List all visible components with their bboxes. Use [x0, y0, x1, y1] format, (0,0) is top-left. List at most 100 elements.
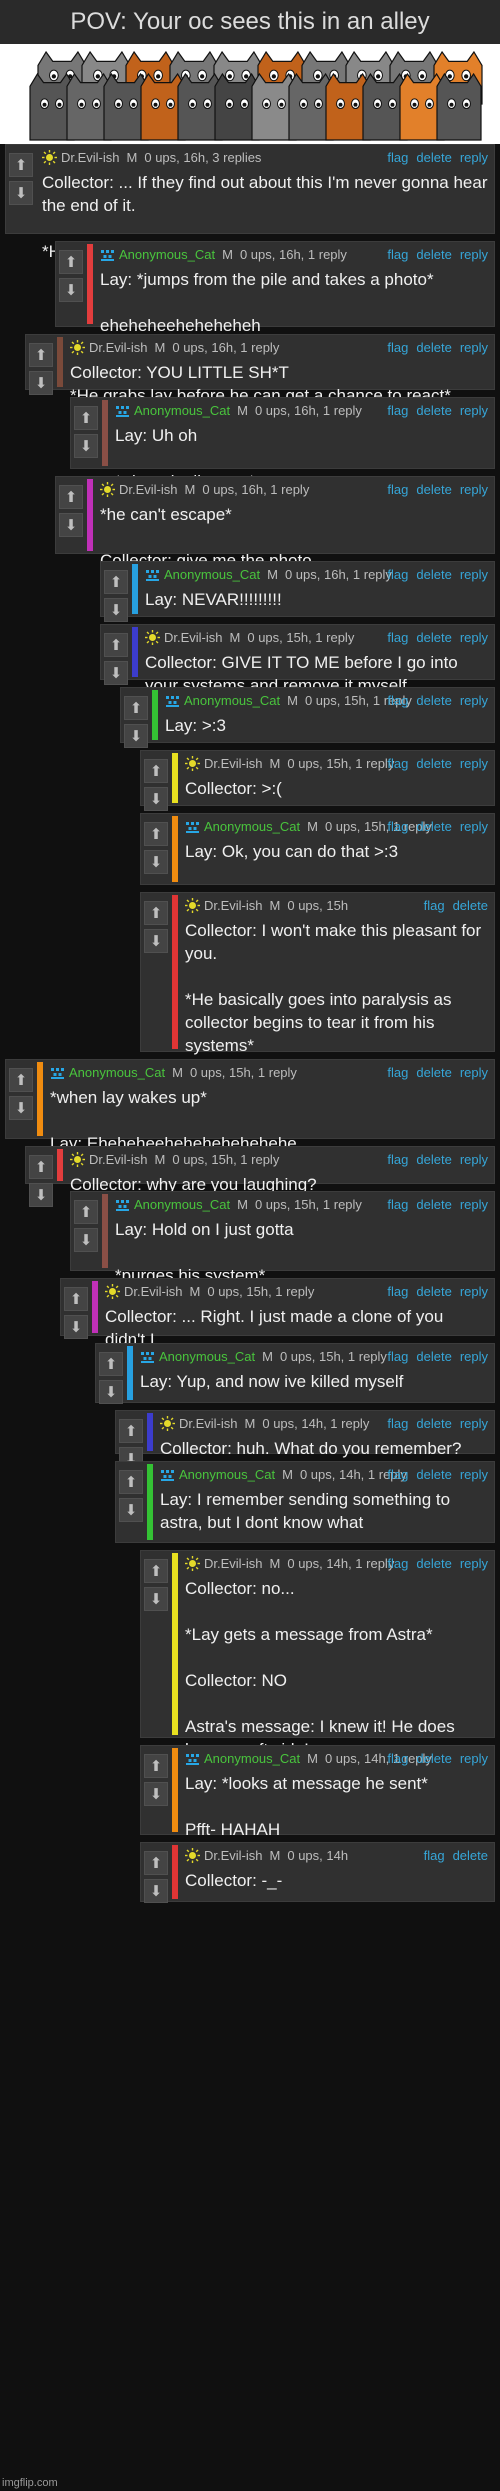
- downvote-arrow-icon[interactable]: ⬇: [59, 513, 83, 537]
- comment-username[interactable]: Dr.Evil-ish: [204, 1848, 263, 1863]
- comment-username[interactable]: Dr.Evil-ish: [89, 1152, 148, 1167]
- delete-link[interactable]: delete: [416, 1197, 451, 1212]
- delete-link[interactable]: delete: [416, 403, 451, 418]
- pixel-avatar-icon[interactable]: [115, 1197, 130, 1212]
- flag-link[interactable]: flag: [387, 1751, 408, 1766]
- flag-link[interactable]: flag: [387, 1065, 408, 1080]
- upvote-arrow-icon[interactable]: ⬆: [144, 1851, 168, 1875]
- upvote-arrow-icon[interactable]: ⬆: [9, 1068, 33, 1092]
- downvote-arrow-icon[interactable]: ⬇: [74, 1228, 98, 1252]
- upvote-arrow-icon[interactable]: ⬆: [59, 250, 83, 274]
- reply-link[interactable]: reply: [460, 1556, 488, 1571]
- sun-avatar-icon[interactable]: [185, 756, 200, 771]
- flag-link[interactable]: flag: [387, 756, 408, 771]
- reply-link[interactable]: reply: [460, 693, 488, 708]
- delete-link[interactable]: delete: [416, 1751, 451, 1766]
- flag-link[interactable]: flag: [387, 340, 408, 355]
- downvote-arrow-icon[interactable]: ⬇: [124, 724, 148, 748]
- flag-link[interactable]: flag: [387, 819, 408, 834]
- delete-link[interactable]: delete: [416, 630, 451, 645]
- downvote-arrow-icon[interactable]: ⬇: [74, 434, 98, 458]
- upvote-arrow-icon[interactable]: ⬆: [74, 1200, 98, 1224]
- comment-username[interactable]: Anonymous_Cat: [179, 1467, 275, 1482]
- comment-username[interactable]: Dr.Evil-ish: [164, 630, 223, 645]
- sun-avatar-icon[interactable]: [185, 1556, 200, 1571]
- comment-username[interactable]: Dr.Evil-ish: [179, 1416, 238, 1431]
- comment-username[interactable]: Dr.Evil-ish: [61, 150, 120, 165]
- comment-username[interactable]: Dr.Evil-ish: [204, 756, 263, 771]
- reply-link[interactable]: reply: [460, 247, 488, 262]
- reply-link[interactable]: reply: [460, 819, 488, 834]
- reply-link[interactable]: reply: [460, 1065, 488, 1080]
- flag-link[interactable]: flag: [387, 1284, 408, 1299]
- reply-link[interactable]: reply: [460, 1197, 488, 1212]
- flag-link[interactable]: flag: [387, 693, 408, 708]
- flag-link[interactable]: flag: [387, 247, 408, 262]
- upvote-arrow-icon[interactable]: ⬆: [104, 633, 128, 657]
- comment-username[interactable]: Dr.Evil-ish: [124, 1284, 183, 1299]
- delete-link[interactable]: delete: [416, 1349, 451, 1364]
- comment-username[interactable]: Anonymous_Cat: [164, 567, 260, 582]
- downvote-arrow-icon[interactable]: ⬇: [29, 1183, 53, 1207]
- downvote-arrow-icon[interactable]: ⬇: [119, 1498, 143, 1522]
- downvote-arrow-icon[interactable]: ⬇: [144, 1587, 168, 1611]
- delete-link[interactable]: delete: [416, 482, 451, 497]
- downvote-arrow-icon[interactable]: ⬇: [144, 850, 168, 874]
- delete-link[interactable]: delete: [416, 567, 451, 582]
- upvote-arrow-icon[interactable]: ⬆: [144, 822, 168, 846]
- flag-link[interactable]: flag: [387, 1556, 408, 1571]
- pixel-avatar-icon[interactable]: [185, 819, 200, 834]
- downvote-arrow-icon[interactable]: ⬇: [64, 1315, 88, 1339]
- pixel-avatar-icon[interactable]: [50, 1065, 65, 1080]
- downvote-arrow-icon[interactable]: ⬇: [9, 181, 33, 205]
- delete-link[interactable]: delete: [416, 1467, 451, 1482]
- delete-link[interactable]: delete: [416, 1416, 451, 1431]
- reply-link[interactable]: reply: [460, 630, 488, 645]
- flag-link[interactable]: flag: [424, 898, 445, 913]
- comment-username[interactable]: Anonymous_Cat: [184, 693, 280, 708]
- upvote-arrow-icon[interactable]: ⬆: [119, 1419, 143, 1443]
- pixel-avatar-icon[interactable]: [115, 403, 130, 418]
- delete-link[interactable]: delete: [416, 1284, 451, 1299]
- sun-avatar-icon[interactable]: [145, 630, 160, 645]
- downvote-arrow-icon[interactable]: ⬇: [144, 787, 168, 811]
- comment-username[interactable]: Anonymous_Cat: [159, 1349, 255, 1364]
- reply-link[interactable]: reply: [460, 340, 488, 355]
- pixel-avatar-icon[interactable]: [160, 1467, 175, 1482]
- reply-link[interactable]: reply: [460, 1349, 488, 1364]
- upvote-arrow-icon[interactable]: ⬆: [99, 1352, 123, 1376]
- delete-link[interactable]: delete: [416, 1556, 451, 1571]
- comment-username[interactable]: Anonymous_Cat: [204, 819, 300, 834]
- reply-link[interactable]: reply: [460, 482, 488, 497]
- delete-link[interactable]: delete: [416, 150, 451, 165]
- sun-avatar-icon[interactable]: [70, 340, 85, 355]
- reply-link[interactable]: reply: [460, 1152, 488, 1167]
- flag-link[interactable]: flag: [387, 1416, 408, 1431]
- pixel-avatar-icon[interactable]: [100, 247, 115, 262]
- comment-username[interactable]: Dr.Evil-ish: [204, 1556, 263, 1571]
- reply-link[interactable]: reply: [460, 567, 488, 582]
- pixel-avatar-icon[interactable]: [165, 693, 180, 708]
- reply-link[interactable]: reply: [460, 150, 488, 165]
- comment-username[interactable]: Anonymous_Cat: [134, 403, 230, 418]
- upvote-arrow-icon[interactable]: ⬆: [59, 485, 83, 509]
- sun-avatar-icon[interactable]: [185, 898, 200, 913]
- flag-link[interactable]: flag: [387, 1152, 408, 1167]
- flag-link[interactable]: flag: [387, 403, 408, 418]
- delete-link[interactable]: delete: [416, 1065, 451, 1080]
- flag-link[interactable]: flag: [387, 630, 408, 645]
- downvote-arrow-icon[interactable]: ⬇: [59, 278, 83, 302]
- reply-link[interactable]: reply: [460, 1467, 488, 1482]
- reply-link[interactable]: reply: [460, 1284, 488, 1299]
- downvote-arrow-icon[interactable]: ⬇: [99, 1380, 123, 1404]
- flag-link[interactable]: flag: [387, 1349, 408, 1364]
- upvote-arrow-icon[interactable]: ⬆: [144, 1754, 168, 1778]
- downvote-arrow-icon[interactable]: ⬇: [104, 661, 128, 685]
- delete-link[interactable]: delete: [453, 898, 488, 913]
- upvote-arrow-icon[interactable]: ⬆: [29, 1155, 53, 1179]
- sun-avatar-icon[interactable]: [160, 1416, 175, 1431]
- comment-username[interactable]: Anonymous_Cat: [119, 247, 215, 262]
- sun-avatar-icon[interactable]: [70, 1152, 85, 1167]
- flag-link[interactable]: flag: [387, 482, 408, 497]
- comment-username[interactable]: Anonymous_Cat: [134, 1197, 230, 1212]
